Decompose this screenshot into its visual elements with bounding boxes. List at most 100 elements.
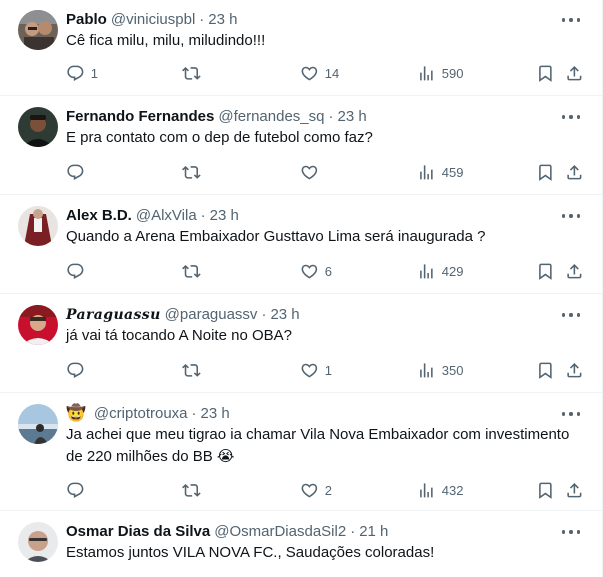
views-button[interactable]: 459: [417, 162, 463, 182]
display-name[interactable]: Alex B.D.: [66, 206, 132, 226]
tweet-text: Estamos juntos VILA NOVA FC., Saudações …: [66, 544, 435, 561]
share-button[interactable]: [565, 360, 584, 380]
user-handle[interactable]: @AlxVila: [136, 206, 197, 226]
share-button[interactable]: [565, 261, 584, 281]
timestamp[interactable]: 23 h: [338, 107, 367, 127]
more-options-icon[interactable]: [562, 110, 580, 124]
reply-button[interactable]: 1: [66, 63, 98, 83]
separator-dot: ·: [191, 405, 197, 422]
retweet-button[interactable]: [182, 261, 207, 281]
views-button[interactable]: 429: [417, 261, 463, 281]
retweet-icon: [182, 481, 201, 500]
bookmark-button[interactable]: [536, 480, 555, 500]
more-options-icon[interactable]: [562, 308, 580, 322]
timestamp[interactable]: 23 h: [270, 305, 299, 325]
tweet-actions: 1 14 590: [64, 63, 588, 83]
views-bar-chart-icon: [417, 163, 436, 182]
display-name[interactable]: Pablo: [66, 10, 107, 30]
timestamp[interactable]: 23 h: [210, 206, 239, 226]
retweet-button[interactable]: [182, 360, 207, 380]
avatar[interactable]: [18, 10, 58, 50]
view-count: 432: [441, 482, 464, 498]
views-button[interactable]: 350: [417, 360, 463, 380]
avatar[interactable]: [18, 305, 58, 345]
separator-dot: ·: [261, 306, 267, 323]
display-name[interactable]: Fernando Fernandes: [66, 107, 214, 127]
reply-button[interactable]: [66, 480, 91, 500]
bookmark-icon: [536, 262, 555, 281]
reply-button[interactable]: [66, 360, 91, 380]
like-button[interactable]: 1: [300, 360, 332, 380]
timestamp[interactable]: 23 h: [208, 10, 237, 30]
user-handle[interactable]: @viniciuspbl: [111, 10, 195, 30]
reply-button[interactable]: [66, 261, 91, 281]
views-button[interactable]: 590: [417, 63, 463, 83]
bookmark-button[interactable]: [536, 360, 555, 380]
cowboy-emoji-display-name[interactable]: 🤠: [66, 404, 86, 424]
more-options-icon[interactable]: [562, 209, 580, 223]
like-button[interactable]: [300, 162, 325, 182]
avatar[interactable]: [18, 522, 58, 562]
tweet-actions: 2 432: [64, 480, 588, 500]
avatar[interactable]: [18, 206, 58, 246]
avatar[interactable]: [18, 107, 58, 147]
bookmark-button[interactable]: [536, 261, 555, 281]
like-count: 1: [324, 362, 332, 378]
retweet-icon: [182, 262, 201, 281]
like-button[interactable]: 14: [300, 63, 339, 83]
share-button[interactable]: [565, 480, 584, 500]
tweet-actions: 459: [64, 162, 588, 182]
bookmark-icon: [536, 64, 555, 83]
separator-dot: ·: [328, 108, 334, 125]
user-handle[interactable]: @fernandes_sq: [218, 107, 324, 127]
reply-tweet[interactable]: Paraguassu @paraguassv · 23 h já vai tá …: [0, 295, 602, 393]
reply-tweet[interactable]: Pablo @viniciuspbl · 23 h Cê fica milu, …: [0, 0, 602, 96]
views-bar-chart-icon: [417, 64, 436, 83]
reply-icon: [66, 262, 85, 281]
tweet-actions: 6 429: [64, 261, 588, 281]
views-bar-chart-icon: [417, 361, 436, 380]
user-handle[interactable]: @paraguassv: [165, 305, 258, 325]
tweet-header: Fernando Fernandes @fernandes_sq · 23 h: [66, 107, 367, 127]
reply-tweet[interactable]: Fernando Fernandes @fernandes_sq · 23 h …: [0, 97, 602, 195]
view-count: 429: [441, 263, 464, 279]
heart-icon: [300, 361, 319, 380]
more-options-icon[interactable]: [562, 407, 580, 421]
reply-button[interactable]: [66, 162, 91, 182]
user-handle[interactable]: @OsmarDiasdaSil2: [214, 522, 346, 542]
tweet-actions: 1 350: [64, 360, 588, 380]
bookmark-button[interactable]: [536, 63, 555, 83]
more-options-icon[interactable]: [562, 13, 580, 27]
timestamp[interactable]: 23 h: [201, 404, 230, 424]
reply-icon: [66, 361, 85, 380]
retweet-button[interactable]: [182, 162, 207, 182]
retweet-button[interactable]: [182, 63, 207, 83]
like-button[interactable]: 6: [300, 261, 332, 281]
reply-tweet[interactable]: 🤠 @criptotrouxa · 23 h Ja achei que meu …: [0, 394, 602, 511]
reply-tweet[interactable]: Alex B.D. @AlxVila · 23 h Quando a Arena…: [0, 196, 602, 294]
bookmark-button[interactable]: [536, 162, 555, 182]
share-icon: [565, 262, 584, 281]
reply-tweet[interactable]: Osmar Dias da Silva @OsmarDiasdaSil2 · 2…: [0, 512, 602, 577]
share-button[interactable]: [565, 63, 584, 83]
heart-icon: [300, 262, 319, 281]
user-handle[interactable]: @criptotrouxa: [94, 404, 188, 424]
heart-icon: [300, 481, 319, 500]
tweet-header: Osmar Dias da Silva @OsmarDiasdaSil2 · 2…: [66, 522, 388, 542]
display-name[interactable]: Osmar Dias da Silva: [66, 522, 210, 542]
views-button[interactable]: 432: [417, 480, 463, 500]
share-icon: [565, 361, 584, 380]
tweet-text: E pra contato com o dep de futebol como …: [66, 129, 373, 146]
retweet-icon: [182, 64, 201, 83]
tweet-text: já vai tá tocando A Noite no OBA?: [66, 327, 292, 344]
avatar[interactable]: [18, 404, 58, 444]
share-button[interactable]: [565, 162, 584, 182]
heart-icon: [300, 64, 319, 83]
timestamp[interactable]: 21 h: [359, 522, 388, 542]
reply-feed: Pablo @viniciuspbl · 23 h Cê fica milu, …: [0, 0, 603, 577]
like-button[interactable]: 2: [300, 480, 332, 500]
display-name[interactable]: Paraguassu: [66, 305, 161, 325]
retweet-button[interactable]: [182, 480, 207, 500]
views-bar-chart-icon: [417, 481, 436, 500]
more-options-icon[interactable]: [562, 525, 580, 539]
